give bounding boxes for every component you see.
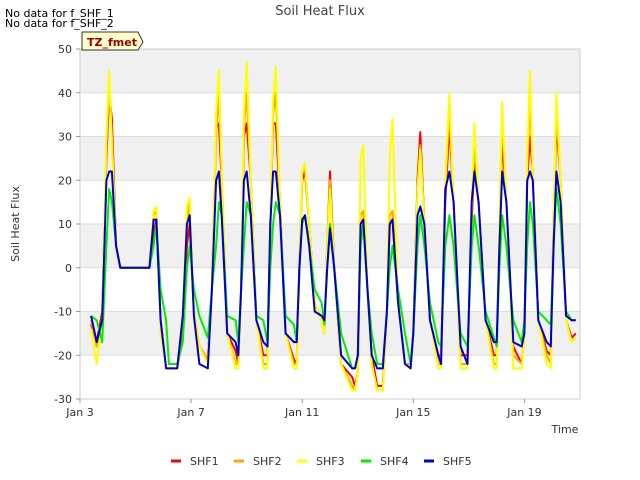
y-tick-label: -30: [54, 393, 72, 406]
x-tick-label: Jan 11: [284, 406, 319, 419]
x-tick-label: Jan 3: [65, 406, 93, 419]
grid-band: [80, 311, 580, 356]
y-tick-label: 50: [58, 43, 72, 56]
y-tick-label: -10: [54, 306, 72, 319]
y-tick-label: 40: [58, 87, 72, 100]
legend-label-shf5: SHF5: [443, 455, 472, 468]
x-tick-label: Jan 19: [506, 406, 541, 419]
chart-title: Soil Heat Flux: [275, 4, 365, 19]
tz-fmet-badge-label: TZ_fmet: [87, 36, 137, 49]
x-tick-label: Jan 15: [395, 406, 430, 419]
legend-label-shf2: SHF2: [253, 455, 282, 468]
y-tick-label: 20: [58, 174, 72, 187]
legend-label-shf1: SHF1: [190, 455, 219, 468]
y-tick-label: 30: [58, 131, 72, 144]
y-tick-label: 10: [58, 218, 72, 231]
y-tick-label: -20: [54, 349, 72, 362]
x-tick-label: Jan 7: [176, 406, 204, 419]
soil-heat-flux-chart: -30 -20 -10 0 10 20 30 40 50 Jan 3 Jan 7 Jan 11 Jan …: [9, 4, 581, 468]
grid-band: [80, 49, 580, 93]
x-axis-label: Time: [551, 423, 579, 436]
legend-label-shf4: SHF4: [380, 455, 409, 468]
y-tick-label: 0: [65, 262, 72, 275]
legend-label-shf3: SHF3: [316, 455, 345, 468]
y-axis-label: Soil Heat Flux: [9, 186, 22, 262]
